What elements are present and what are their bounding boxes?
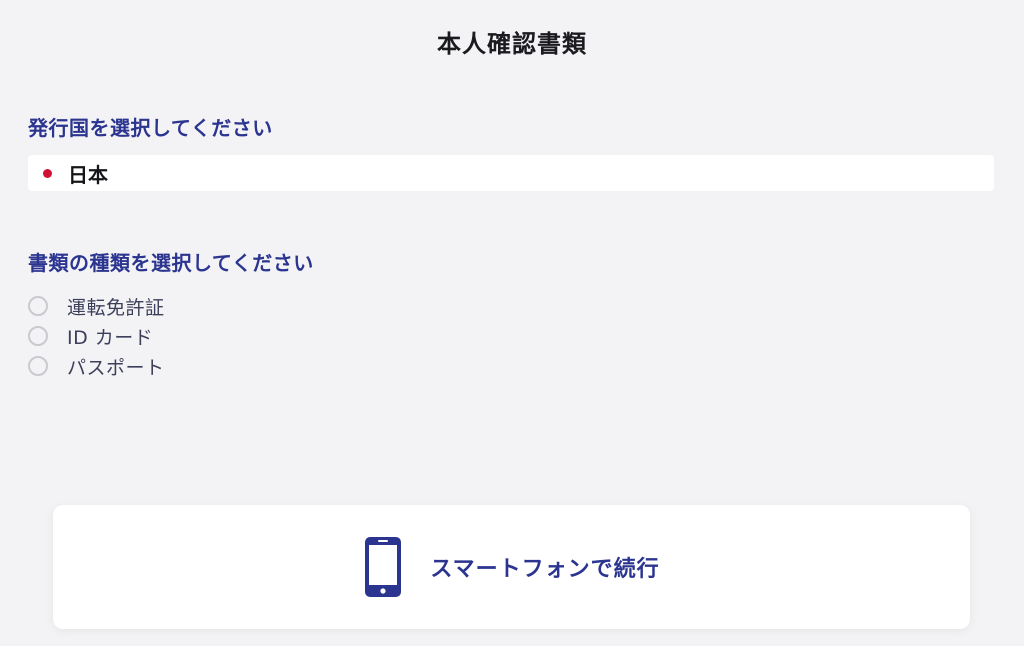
radio-button[interactable] xyxy=(28,326,48,346)
document-type-section-label: 書類の種類を選択してください xyxy=(28,251,314,275)
page-title: 本人確認書類 xyxy=(437,30,587,58)
radio-label: 運転免許証 xyxy=(67,296,165,319)
radio-option-drivers-license[interactable]: 運転免許証 xyxy=(28,291,165,321)
radio-button[interactable] xyxy=(28,356,48,376)
country-select[interactable]: 日本 xyxy=(28,155,994,191)
radio-label: ID カード xyxy=(67,326,154,349)
radio-option-id-card[interactable]: ID カード xyxy=(28,321,165,351)
identity-document-page: 本人確認書類 発行国を選択してください 日本 書類の種類を選択してください 運転… xyxy=(0,0,1024,646)
country-selected-value: 日本 xyxy=(68,162,108,187)
document-type-radio-group: 運転免許証 ID カード パスポート xyxy=(28,291,165,381)
japan-flag-icon xyxy=(34,164,60,182)
smartphone-icon xyxy=(365,537,402,597)
radio-option-passport[interactable]: パスポート xyxy=(28,351,165,381)
continue-button-label: スマートフォンで続行 xyxy=(430,557,660,582)
country-section-label: 発行国を選択してください xyxy=(28,116,273,140)
continue-on-smartphone-button[interactable]: スマートフォンで続行 xyxy=(53,505,970,629)
radio-label: パスポート xyxy=(67,356,165,379)
radio-button[interactable] xyxy=(28,296,48,316)
